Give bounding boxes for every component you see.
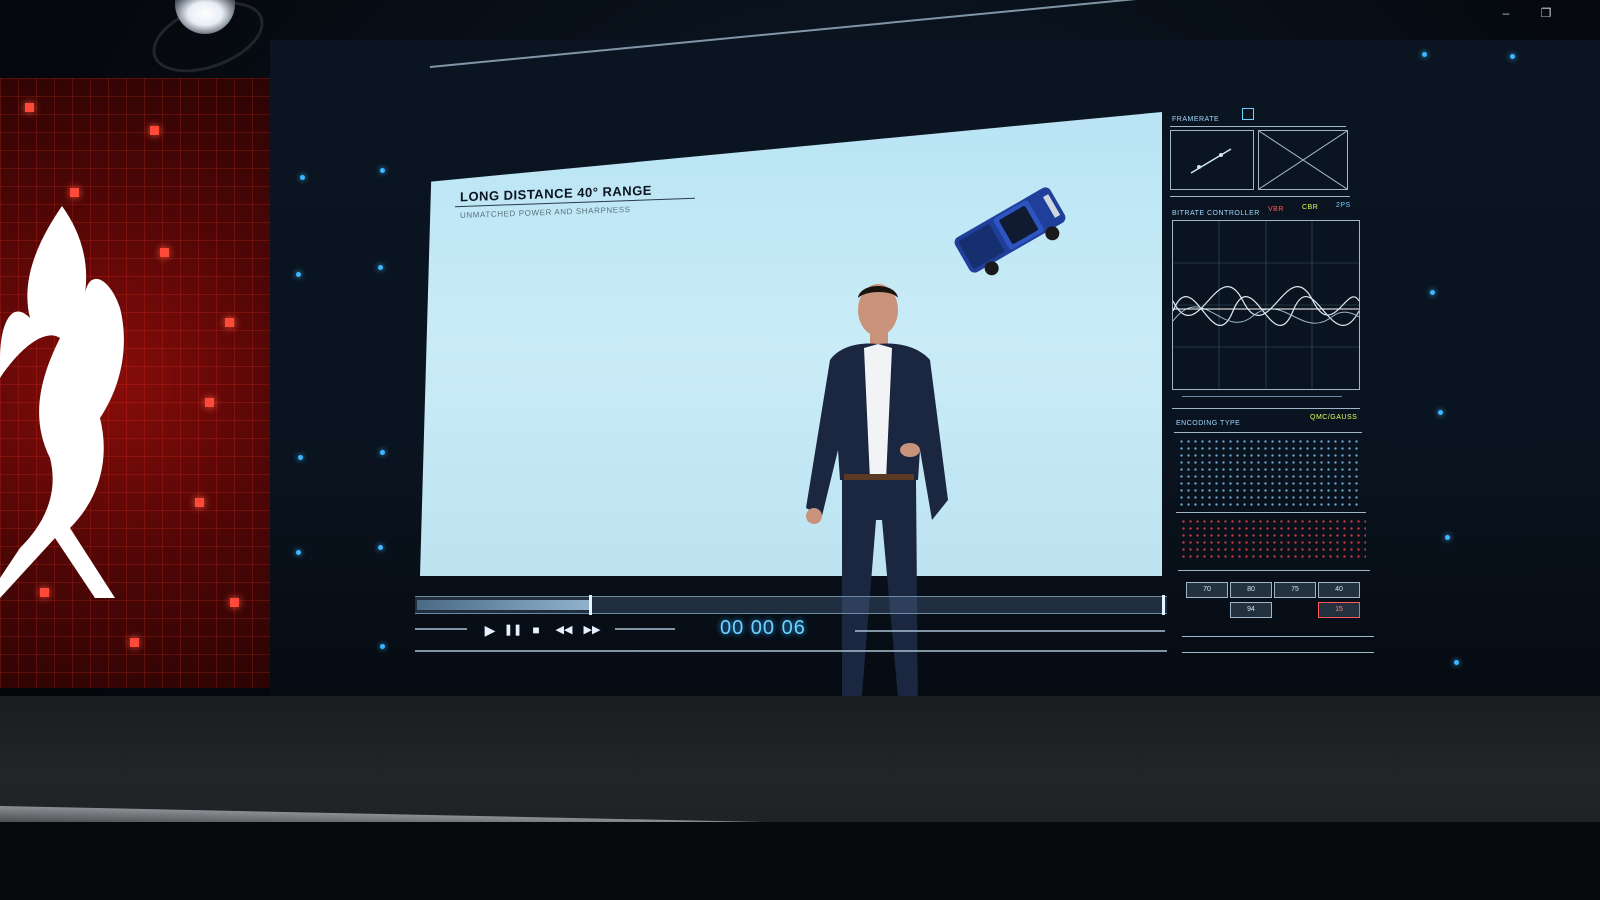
grid-value-2[interactable]: 75 xyxy=(1274,582,1316,598)
video-player-controls: ▶ ❚❚ ■ ◀◀ ▶▶ 00 00 06 xyxy=(415,590,1167,656)
framerate-preview-b xyxy=(1258,130,1348,190)
control-rule xyxy=(855,630,1165,632)
minimize-icon[interactable]: – xyxy=(1498,6,1514,20)
seek-bar-progress xyxy=(417,600,590,610)
grid-value-0[interactable]: 70 xyxy=(1186,582,1228,598)
brand-led-panel xyxy=(0,78,270,688)
encoding-dot-matrix-red xyxy=(1180,518,1366,562)
bitrate-waveform xyxy=(1172,220,1360,390)
stage-front xyxy=(0,822,1600,900)
cbr-option[interactable]: CBR xyxy=(1302,204,1318,211)
framerate-label: FRAMERATE xyxy=(1172,116,1220,123)
bitrate-label: BITRATE CONTROLLER xyxy=(1172,210,1260,217)
transport-bottom-rule xyxy=(415,650,1167,652)
presenter xyxy=(806,284,948,746)
grid-value-5[interactable]: 15 xyxy=(1318,602,1360,618)
brand-logo-icon xyxy=(0,206,124,598)
speed-slider[interactable] xyxy=(615,628,675,630)
play-button[interactable]: ▶ xyxy=(481,620,499,640)
vbr-option[interactable]: VBR xyxy=(1268,206,1284,213)
encoding-label: ENCODING TYPE xyxy=(1176,420,1241,427)
grid-value-1[interactable]: 80 xyxy=(1230,582,1272,598)
volume-slider[interactable] xyxy=(415,628,467,630)
grid-value-3[interactable]: 40 xyxy=(1318,582,1360,598)
timecode-display: 00 00 06 xyxy=(720,617,806,639)
encoding-dot-matrix-blue xyxy=(1178,438,1362,508)
forward-button[interactable]: ▶▶ xyxy=(579,620,605,640)
pause-button[interactable]: ❚❚ xyxy=(503,620,523,640)
framerate-preview-a xyxy=(1170,130,1254,190)
seek-end-marker xyxy=(1162,595,1165,615)
fps-option[interactable]: 2PS xyxy=(1336,202,1351,209)
rewind-button[interactable]: ◀◀ xyxy=(551,620,577,640)
seek-bar[interactable] xyxy=(415,595,1167,615)
stop-button[interactable]: ■ xyxy=(527,620,545,640)
event-video-frame: – ❐ LONG DISTANCE 40° RANGE UNMATCHED PO… xyxy=(0,0,1600,900)
framerate-toggle[interactable] xyxy=(1242,108,1254,120)
encoder-side-panel: FRAMERATE BITRATE CONTROLLER VBR CBR 2PS xyxy=(1168,92,1378,662)
restore-icon[interactable]: ❐ xyxy=(1538,6,1554,20)
seek-handle[interactable] xyxy=(589,595,593,615)
truck-icon xyxy=(954,187,1066,276)
grid-value-4[interactable]: 94 xyxy=(1230,602,1272,618)
encoding-value: QMC/GAUSS xyxy=(1310,414,1358,421)
